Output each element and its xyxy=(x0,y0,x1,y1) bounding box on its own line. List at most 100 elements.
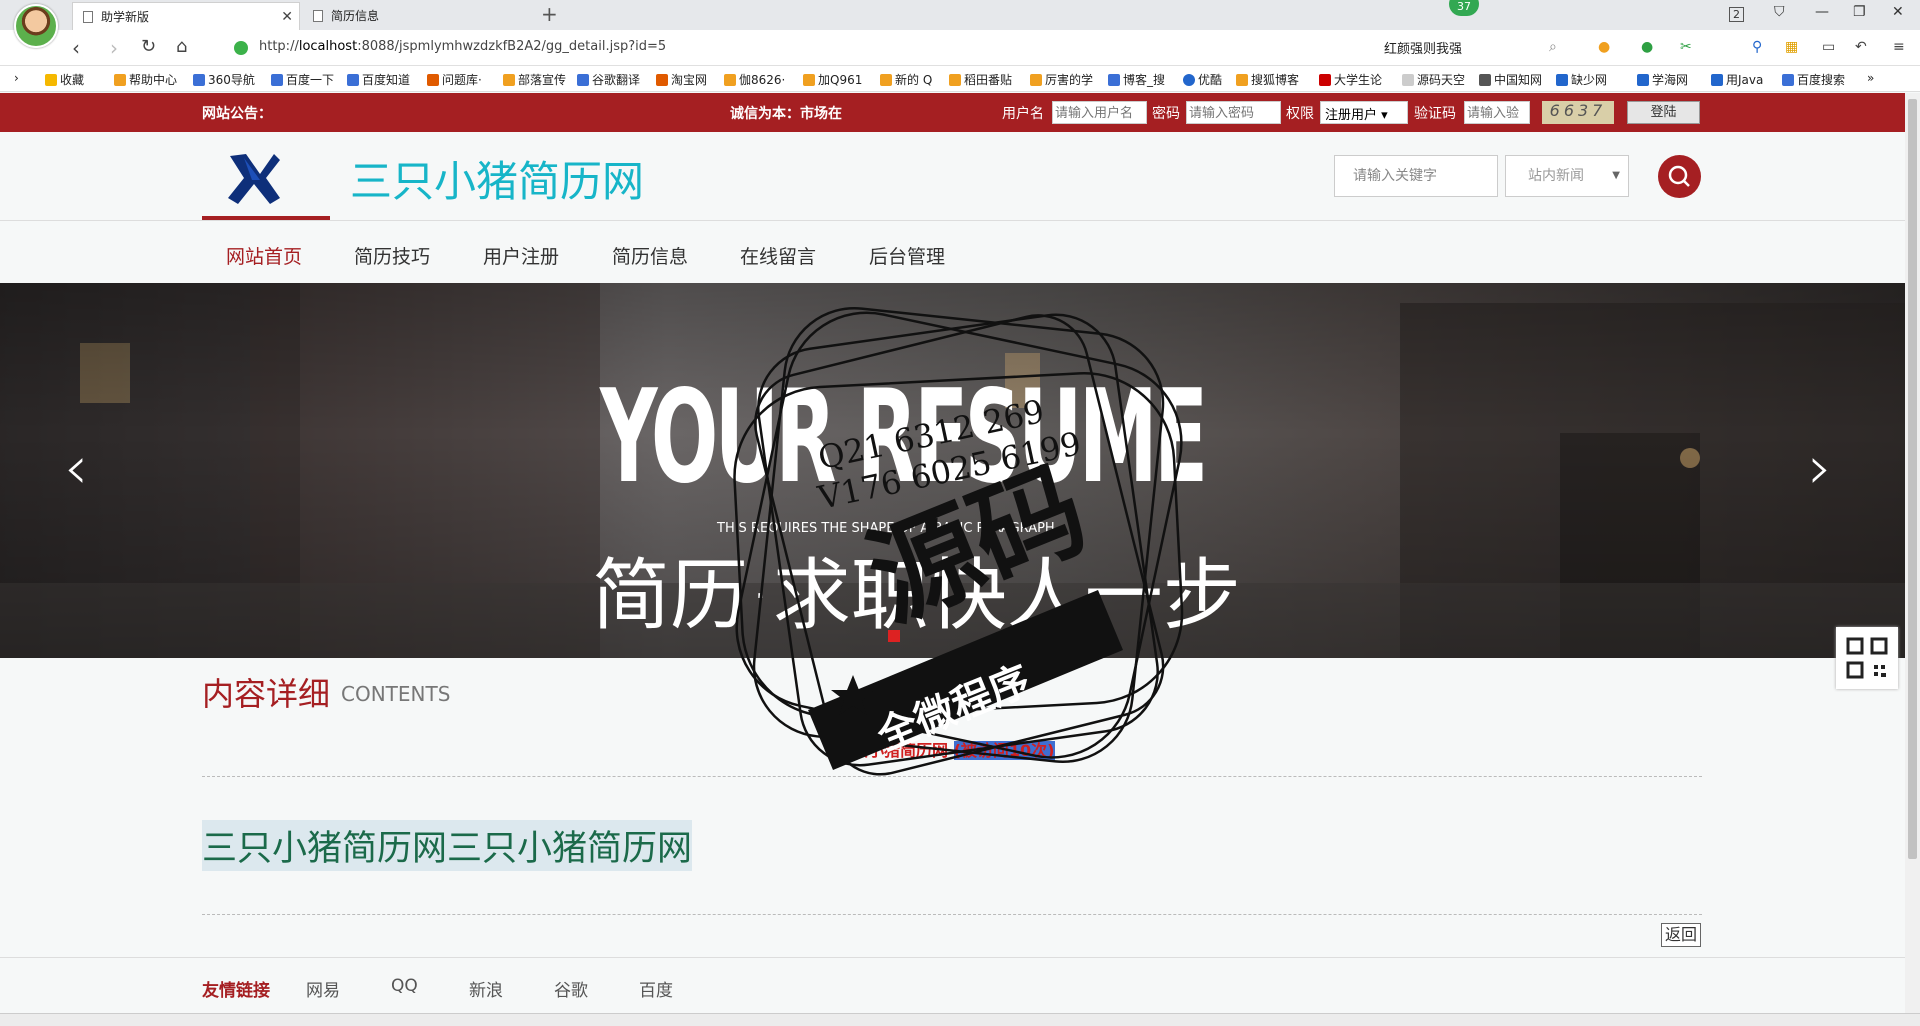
bookmarks-toggle-icon[interactable]: › xyxy=(14,71,19,85)
magnifier-icon[interactable]: ⚲ xyxy=(1752,39,1762,55)
bookmark-item[interactable]: 收藏 xyxy=(45,71,84,88)
bookmark-item[interactable]: 中国知网 xyxy=(1479,71,1542,88)
search-icon[interactable]: ⌕ xyxy=(1549,39,1557,55)
bookmark-label: 优酷 xyxy=(1198,73,1223,87)
divider xyxy=(202,776,1702,777)
bookmark-label: 百度一下 xyxy=(286,73,335,87)
bookmark-label: 稻田番贴 xyxy=(964,73,1013,87)
nav-home[interactable]: 网站首页 xyxy=(226,242,302,269)
bookmark-item[interactable]: 问题库· xyxy=(427,71,482,88)
new-tab-button[interactable]: + xyxy=(541,2,558,26)
search-icon xyxy=(1668,165,1690,187)
home-icon[interactable]: ⌂ xyxy=(176,36,187,57)
undo-icon[interactable]: ↶ xyxy=(1855,39,1867,55)
bookmark-label: 学海网 xyxy=(1652,73,1689,87)
menu-icon[interactable]: ≡ xyxy=(1893,39,1905,55)
bookmark-item[interactable]: 新的 Q xyxy=(880,71,932,88)
nav-resume-info[interactable]: 简历信息 xyxy=(612,242,688,269)
url-field[interactable]: http://localhost:8088/jspmlymhwzdzkfB2A2… xyxy=(259,39,666,54)
username-input[interactable] xyxy=(1052,101,1147,124)
bookmark-item[interactable]: 帮助中心 xyxy=(114,71,177,88)
close-window-icon[interactable]: ✕ xyxy=(1892,4,1904,20)
close-icon[interactable]: ✕ xyxy=(281,3,293,31)
search-scope-select[interactable]: 站内新闻 ▼ xyxy=(1505,155,1629,197)
nav-resume-tips[interactable]: 简历技巧 xyxy=(354,242,430,269)
search-button[interactable] xyxy=(1658,155,1701,198)
site-logo[interactable] xyxy=(224,150,282,206)
article-meta: 三只小猪简历网 (被访问10次) xyxy=(836,737,1055,761)
prev-slide-arrow-icon[interactable]: ‹ xyxy=(64,433,88,503)
user-avatar[interactable] xyxy=(14,4,58,48)
reload-icon[interactable]: ↻ xyxy=(141,36,156,57)
footer-link[interactable]: 百度 xyxy=(639,976,673,1001)
bookmark-item[interactable]: 百度知道 xyxy=(347,71,410,88)
extension-icon[interactable]: ● xyxy=(1598,39,1610,55)
bookmark-item[interactable]: 大学生论 xyxy=(1319,71,1382,88)
back-icon[interactable]: ‹ xyxy=(72,36,80,60)
minimize-icon[interactable]: — xyxy=(1815,4,1829,20)
back-button[interactable]: 返回 xyxy=(1661,923,1701,947)
bookmark-item[interactable]: 搜狐博客 xyxy=(1236,71,1299,88)
nav-guestbook[interactable]: 在线留言 xyxy=(740,242,816,269)
content-title: 内容详细 xyxy=(202,675,331,713)
bookmark-item[interactable]: 厉害的学 xyxy=(1030,71,1093,88)
tab-resume-info[interactable]: 简历信息 xyxy=(303,2,531,30)
scissors-icon[interactable]: ✂ xyxy=(1680,39,1692,55)
captcha-input[interactable] xyxy=(1464,101,1530,124)
captcha-label: 验证码 xyxy=(1414,106,1456,122)
footer-link[interactable]: 新浪 xyxy=(469,976,503,1001)
bookmark-item[interactable]: 加Q961 xyxy=(803,71,862,88)
password-input[interactable] xyxy=(1186,101,1281,124)
view-count: (被访问10次) xyxy=(953,741,1055,760)
vertical-scrollbar[interactable] xyxy=(1905,93,1920,1013)
secure-shield-icon[interactable] xyxy=(234,41,248,55)
bookmark-item[interactable]: 百度一下 xyxy=(271,71,334,88)
footer-link[interactable]: QQ xyxy=(391,976,418,996)
footer-link[interactable]: 网易 xyxy=(306,976,340,1001)
bookmarks-more-icon[interactable]: » xyxy=(1867,71,1874,85)
footer-link[interactable]: 谷歌 xyxy=(554,976,588,1001)
window-count-badge[interactable]: 2 xyxy=(1729,7,1744,22)
login-button[interactable]: 登陆 xyxy=(1627,101,1700,124)
shirt-icon[interactable]: ⛉ xyxy=(1774,4,1785,20)
bookmark-item[interactable]: 淘宝网 xyxy=(656,71,707,88)
captcha-image[interactable]: 6637 xyxy=(1542,101,1614,124)
bookmark-item[interactable]: 用Java xyxy=(1711,71,1763,88)
logo-underline xyxy=(202,216,330,220)
extension-icon[interactable]: ● xyxy=(1641,39,1653,55)
keyword-search-input[interactable]: 请输入关键字 xyxy=(1334,155,1498,197)
qr-code-icon[interactable] xyxy=(1836,627,1898,689)
bookmark-item[interactable]: 稻田番贴 xyxy=(949,71,1012,88)
forward-icon[interactable]: › xyxy=(110,36,118,60)
bookmark-item[interactable]: 百度搜索 xyxy=(1782,71,1845,88)
bookmark-label: 源码天空 xyxy=(1417,73,1466,87)
bookmark-label: 淘宝网 xyxy=(671,73,708,87)
tab-active[interactable]: 助学新版 ✕ xyxy=(72,2,300,30)
next-slide-arrow-icon[interactable]: › xyxy=(1808,433,1832,503)
browser-tab-bar: 助学新版 ✕ 简历信息 + 37 2 ⛉ — ❐ ✕ xyxy=(0,0,1920,30)
hero-banner: YOUR RESUME THIS REQUIRES THE SHAPE OF A… xyxy=(0,283,1905,658)
scrollbar-thumb[interactable] xyxy=(1908,99,1917,859)
bookmark-item[interactable]: 博客_搜 xyxy=(1108,71,1165,88)
bookmark-item[interactable]: 伽8626· xyxy=(724,71,785,88)
bookmark-item[interactable]: 源码天空 xyxy=(1402,71,1465,88)
bookmark-item[interactable]: 360导航 xyxy=(193,71,255,88)
bookmark-label: 问题库· xyxy=(442,73,482,87)
bookmark-label: 谷歌翻译 xyxy=(592,73,641,87)
role-label: 权限 xyxy=(1286,106,1314,122)
nav-admin[interactable]: 后台管理 xyxy=(869,242,945,269)
bookmark-item[interactable]: 部落宣传 xyxy=(503,71,566,88)
bookmark-item[interactable]: 缺少网 xyxy=(1556,71,1607,88)
role-select[interactable]: 注册用户 ▾ xyxy=(1320,101,1408,124)
nav-register[interactable]: 用户注册 xyxy=(483,242,559,269)
notification-badge[interactable]: 37 xyxy=(1449,0,1479,16)
browser-search-input[interactable]: 红颜强则我强 xyxy=(1384,38,1462,57)
bookmark-item[interactable]: 学海网 xyxy=(1637,71,1688,88)
bookmark-item[interactable]: 谷歌翻译 xyxy=(577,71,640,88)
bookmark-item[interactable]: 优酷 xyxy=(1183,71,1222,88)
bookmark-label: 伽8626· xyxy=(739,73,786,87)
tablet-icon[interactable]: ▭ xyxy=(1822,39,1835,55)
restore-icon[interactable]: ❐ xyxy=(1853,4,1866,20)
bookmark-label: 中国知网 xyxy=(1494,73,1543,87)
apps-icon[interactable]: ▦ xyxy=(1785,39,1798,55)
